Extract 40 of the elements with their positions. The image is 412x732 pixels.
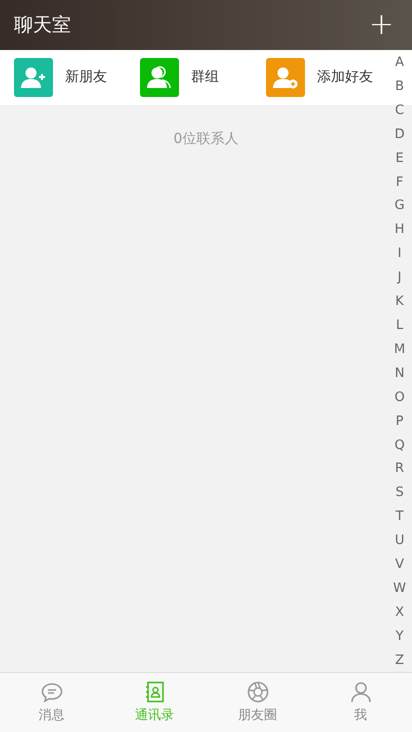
tab-item[interactable]: 消息 [0, 673, 103, 732]
shortcut-item[interactable]: 新朋友 [14, 58, 140, 97]
index-letter[interactable]: H [394, 218, 404, 242]
aperture-icon [246, 680, 270, 704]
shortcut-item[interactable]: 添加好友 [266, 58, 392, 97]
index-letter[interactable]: R [395, 457, 404, 482]
index-letter[interactable]: N [394, 362, 404, 386]
index-letter[interactable]: G [394, 194, 405, 218]
page-title: 聊天室 [14, 12, 71, 38]
index-letter[interactable]: J [398, 266, 402, 290]
index-letter[interactable]: K [395, 290, 404, 314]
index-letter[interactable]: X [395, 600, 404, 625]
index-letter[interactable]: A [395, 51, 404, 75]
index-letter[interactable]: S [395, 481, 404, 506]
shortcut-label: 新朋友 [65, 68, 107, 87]
index-letter[interactable]: W [393, 576, 406, 601]
index-letter[interactable]: M [394, 338, 406, 362]
index-letter[interactable]: C [395, 98, 404, 123]
index-letter[interactable]: Z [395, 648, 404, 673]
index-letter[interactable]: E [395, 146, 404, 171]
index-letter[interactable]: F [396, 170, 404, 194]
index-letter[interactable]: V [395, 553, 404, 577]
tab-item[interactable]: 朋友圈 [206, 673, 309, 732]
index-letter[interactable]: Q [394, 434, 405, 458]
tab-item[interactable]: 我 [309, 673, 412, 732]
index-letter[interactable]: I [398, 242, 402, 266]
shortcut-label: 添加好友 [317, 68, 373, 87]
shortcut-item[interactable]: 群组 [140, 58, 266, 97]
person-icon [348, 680, 372, 704]
shortcut-label: 群组 [191, 68, 219, 87]
index-letter[interactable]: D [394, 122, 405, 147]
index-letter[interactable]: O [394, 386, 405, 410]
index-letter[interactable]: U [394, 529, 404, 554]
contact-count: 0位联系人 [174, 130, 238, 149]
index-letter[interactable]: P [396, 410, 404, 434]
index-letter[interactable]: B [395, 74, 404, 99]
index-letter[interactable]: Y [396, 624, 404, 649]
index-letter[interactable]: L [396, 314, 404, 338]
index-letter[interactable]: T [396, 505, 404, 530]
add-button[interactable]: + [364, 10, 398, 40]
